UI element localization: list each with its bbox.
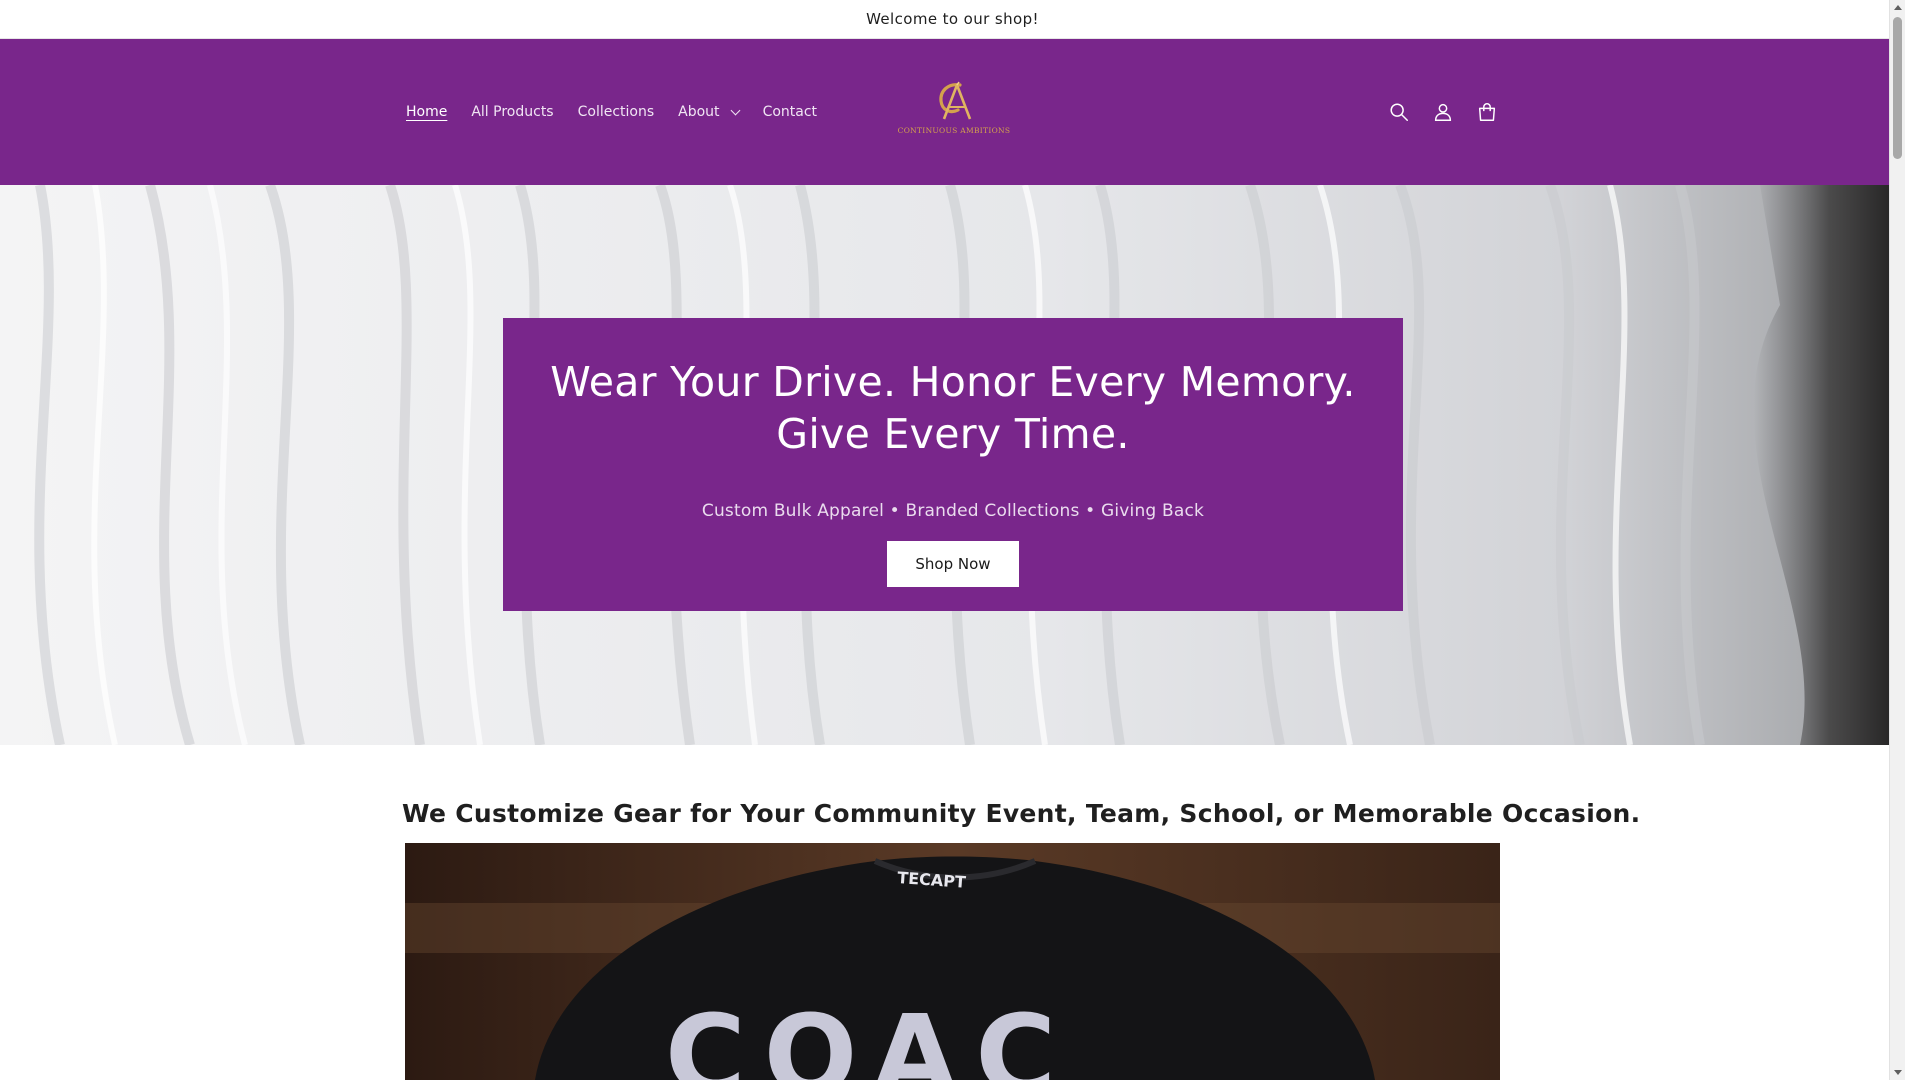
nav-contact-link[interactable]: Contact bbox=[751, 104, 829, 120]
feature-image: TECAPT COAC bbox=[405, 843, 1500, 1080]
announcement-text: Welcome to our shop! bbox=[866, 10, 1039, 28]
svg-text:COAC: COAC bbox=[665, 991, 1074, 1080]
announcement-bar: Welcome to our shop! bbox=[0, 0, 1905, 39]
logo-text: CONTINUOUS AMBITIONS bbox=[897, 126, 1011, 135]
scroll-down-arrow-icon[interactable] bbox=[1894, 1070, 1902, 1075]
hero-banner: Wear Your Drive. Honor Every Memory. Giv… bbox=[0, 185, 1905, 745]
section-heading: We Customize Gear for Your Community Eve… bbox=[402, 798, 1641, 828]
page-scrollbar[interactable] bbox=[1889, 0, 1905, 1080]
hero-content-box: Wear Your Drive. Honor Every Memory. Giv… bbox=[503, 318, 1403, 611]
chevron-down-icon bbox=[730, 105, 741, 115]
hero-subtitle: Custom Bulk Apparel • Branded Collection… bbox=[701, 501, 1205, 522]
cart-button[interactable] bbox=[1473, 98, 1501, 126]
nav-all-products-link[interactable]: All Products bbox=[459, 104, 565, 120]
nav-home-link[interactable]: Home bbox=[394, 104, 459, 120]
page: Welcome to our shop! Home All Products C… bbox=[0, 0, 1905, 1080]
scroll-up-arrow-icon[interactable] bbox=[1894, 5, 1902, 10]
site-header: Home All Products Collections About Cont… bbox=[0, 39, 1905, 185]
account-icon bbox=[1434, 103, 1452, 121]
search-icon bbox=[1390, 103, 1408, 121]
header-icons bbox=[1385, 39, 1501, 185]
scrollbar-thumb[interactable] bbox=[1893, 17, 1902, 159]
site-logo[interactable]: CONTINUOUS AMBITIONS bbox=[896, 79, 1012, 149]
nav-about-dropdown[interactable]: About bbox=[666, 104, 750, 120]
main-nav: Home All Products Collections About Cont… bbox=[394, 39, 829, 185]
feature-photo: TECAPT COAC bbox=[405, 843, 1500, 1080]
nav-collections-link[interactable]: Collections bbox=[566, 104, 667, 120]
cart-icon bbox=[1478, 103, 1496, 121]
search-button[interactable] bbox=[1385, 98, 1413, 126]
hero-title: Wear Your Drive. Honor Every Memory. Giv… bbox=[550, 358, 1356, 458]
shop-now-button[interactable]: Shop Now bbox=[887, 541, 1019, 588]
account-button[interactable] bbox=[1429, 98, 1457, 126]
nav-about-label: About bbox=[678, 104, 720, 120]
logo-monogram bbox=[939, 81, 972, 120]
